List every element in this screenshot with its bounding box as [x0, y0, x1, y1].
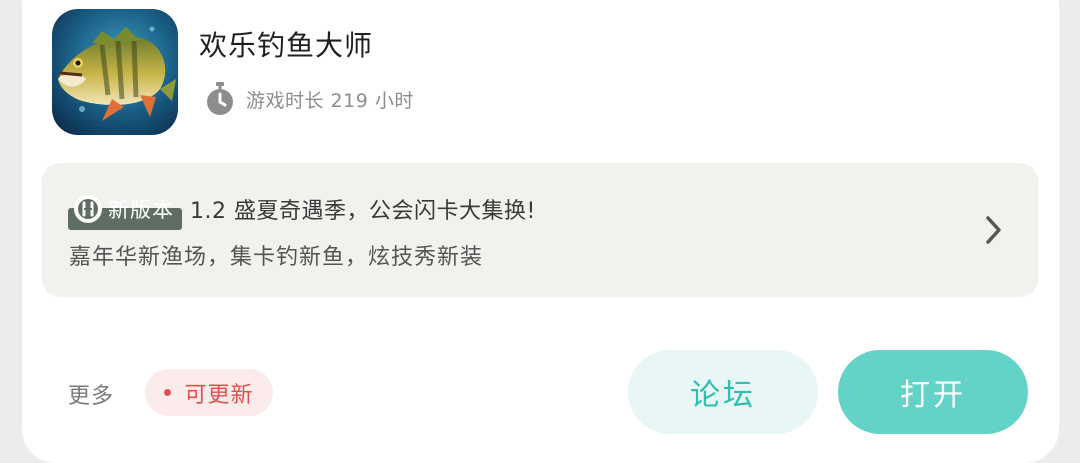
more-link[interactable]: 更多 [68, 378, 114, 410]
update-description: 嘉年华新渔场，集卡钓新鱼，炫技秀新装 [69, 245, 484, 270]
update-available-chip[interactable]: 可更新 [145, 369, 273, 416]
update-notes-panel[interactable]: 新版本 1.2 盛夏奇遇季，公会闪卡大集换! 嘉年华新渔场，集卡钓新鱼，炫技秀新… [42, 163, 1038, 297]
update-circle-icon [74, 195, 102, 223]
play-time-row: 游戏时长 219 小时 [204, 80, 414, 118]
forum-button[interactable]: 论坛 [628, 350, 818, 434]
update-headline-row: 新版本 1.2 盛夏奇遇季，公会闪卡大集换! [68, 189, 536, 230]
update-available-label: 可更新 [184, 382, 254, 408]
fishing-game-app-icon[interactable] [52, 9, 178, 135]
app-title: 欢乐钓鱼大师 [199, 29, 374, 62]
update-headline: 1.2 盛夏奇遇季，公会闪卡大集换! [190, 199, 536, 224]
open-button[interactable]: 打开 [838, 350, 1028, 434]
play-time-text: 游戏时长 219 小时 [246, 89, 414, 112]
new-version-badge: 新版本 [68, 192, 182, 230]
status-dot-icon [164, 389, 172, 396]
stopwatch-icon [207, 82, 233, 115]
chevron-right-icon[interactable] [984, 213, 1004, 247]
new-version-label: 新版本 [108, 198, 174, 222]
